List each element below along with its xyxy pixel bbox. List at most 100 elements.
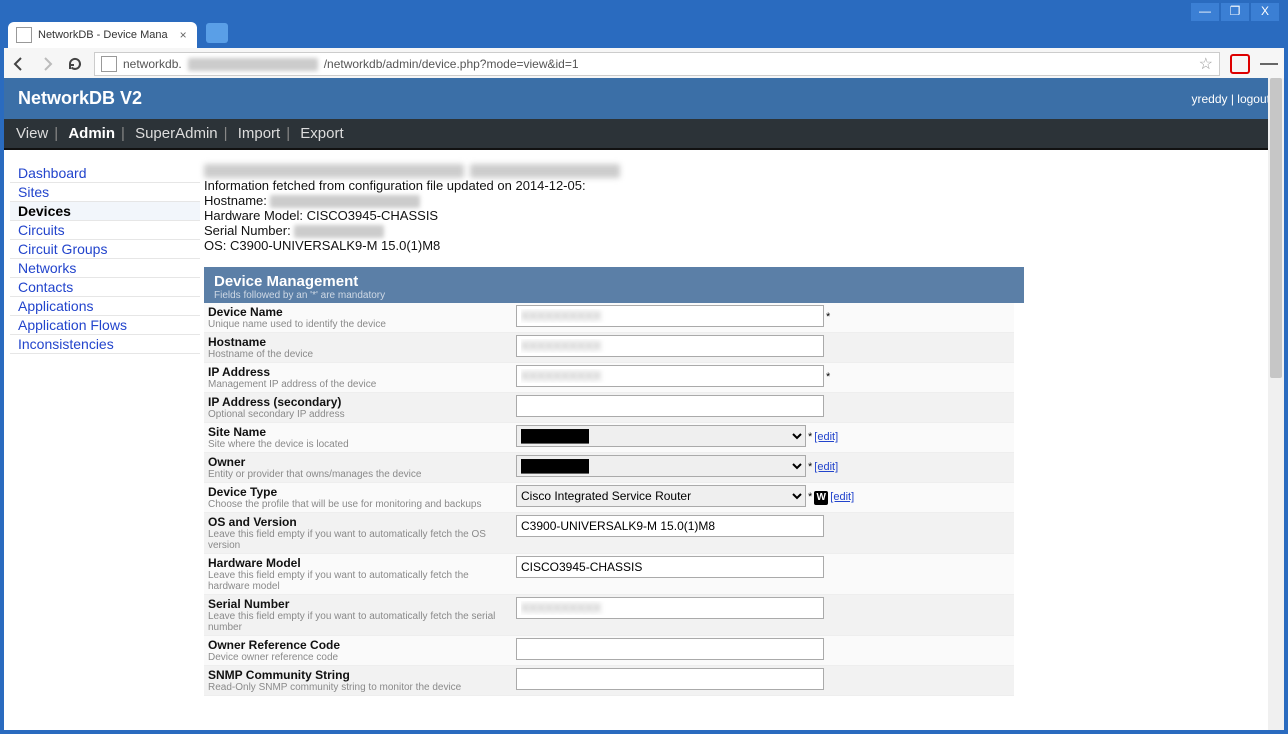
device-title-ip-blurred bbox=[470, 164, 620, 178]
forward-button[interactable] bbox=[38, 55, 56, 73]
form-row-hardware-model: Hardware ModelLeave this field empty if … bbox=[204, 554, 1014, 595]
app-title: NetworkDB V2 bbox=[18, 88, 142, 109]
extension-icon[interactable] bbox=[1230, 54, 1250, 74]
sidebar-item-circuit-groups[interactable]: Circuit Groups bbox=[10, 240, 200, 259]
form-row-os-version: OS and VersionLeave this field empty if … bbox=[204, 513, 1014, 554]
required-mark: * bbox=[808, 491, 812, 503]
main-nav: View| Admin| SuperAdmin| Import| Export bbox=[4, 119, 1284, 150]
field-hint: Entity or provider that owns/manages the… bbox=[208, 469, 508, 480]
field-label: SNMP Community String bbox=[208, 668, 508, 682]
hwmodel-value: CISCO3945-CHASSIS bbox=[307, 208, 439, 223]
scrollbar-thumb[interactable] bbox=[1270, 78, 1282, 378]
form-row-device-name: Device NameUnique name used to identify … bbox=[204, 303, 1014, 333]
required-mark: * bbox=[808, 431, 812, 443]
field-label: Hardware Model bbox=[208, 556, 508, 570]
os-label: OS: bbox=[204, 238, 230, 253]
edit-link[interactable]: [edit] bbox=[814, 461, 838, 473]
sidebar: DashboardSitesDevicesCircuitsCircuit Gro… bbox=[4, 164, 200, 354]
close-window-button[interactable]: X bbox=[1250, 2, 1280, 22]
field-label: Device Type bbox=[208, 485, 508, 499]
field-hint: Optional secondary IP address bbox=[208, 409, 508, 420]
hardware-model-input[interactable] bbox=[516, 556, 824, 578]
device-type-select[interactable]: Cisco Integrated Service Router bbox=[516, 485, 806, 507]
form-row-ip-secondary: IP Address (secondary)Optional secondary… bbox=[204, 393, 1014, 423]
form-row-snmp: SNMP Community StringRead-Only SNMP comm… bbox=[204, 666, 1014, 696]
field-hint: Device owner reference code bbox=[208, 652, 508, 663]
hostname-input[interactable] bbox=[516, 335, 824, 357]
form-row-owner: OwnerEntity or provider that owns/manage… bbox=[204, 453, 1014, 483]
new-tab-button[interactable] bbox=[206, 23, 228, 43]
sidebar-item-application-flows[interactable]: Application Flows bbox=[10, 316, 200, 335]
sidebar-item-sites[interactable]: Sites bbox=[10, 183, 200, 202]
field-label: Device Name bbox=[208, 305, 508, 319]
info-fetched-line: Information fetched from configuration f… bbox=[204, 178, 1272, 193]
sidebar-item-circuits[interactable]: Circuits bbox=[10, 221, 200, 240]
field-hint: Leave this field empty if you want to au… bbox=[208, 611, 508, 633]
field-hint: Unique name used to identify the device bbox=[208, 319, 508, 330]
bookmark-star-icon[interactable]: ☆ bbox=[1199, 54, 1213, 74]
logout-link[interactable]: logout bbox=[1237, 92, 1270, 106]
device-title bbox=[204, 164, 1272, 178]
owner-select[interactable]: ████████ bbox=[516, 455, 806, 477]
maximize-button[interactable]: ❐ bbox=[1220, 2, 1250, 22]
device-form: Device NameUnique name used to identify … bbox=[204, 303, 1014, 696]
ip-address-input[interactable] bbox=[516, 365, 824, 387]
form-row-ip-address: IP AddressManagement IP address of the d… bbox=[204, 363, 1014, 393]
hwmodel-label: Hardware Model: bbox=[204, 208, 307, 223]
address-bar[interactable]: networkdb. /networkdb/admin/device.php?m… bbox=[94, 52, 1220, 76]
required-mark: * bbox=[826, 311, 830, 323]
edit-link[interactable]: [edit] bbox=[814, 431, 838, 443]
form-row-serial-number: Serial NumberLeave this field empty if y… bbox=[204, 595, 1014, 636]
ip-secondary-input[interactable] bbox=[516, 395, 824, 417]
form-row-owner-ref: Owner Reference CodeDevice owner referen… bbox=[204, 636, 1014, 666]
field-label: IP Address (secondary) bbox=[208, 395, 508, 409]
sidebar-item-networks[interactable]: Networks bbox=[10, 259, 200, 278]
form-row-site-name: Site NameSite where the device is locate… bbox=[204, 423, 1014, 453]
serial-value-blurred bbox=[294, 225, 384, 238]
back-button[interactable] bbox=[10, 55, 28, 73]
site-name-select[interactable]: ████████ bbox=[516, 425, 806, 447]
vertical-scrollbar[interactable] bbox=[1268, 78, 1284, 730]
sidebar-item-applications[interactable]: Applications bbox=[10, 297, 200, 316]
wiki-icon[interactable]: W bbox=[814, 491, 828, 505]
reload-button[interactable] bbox=[66, 55, 84, 73]
field-hint: Site where the device is located bbox=[208, 439, 508, 450]
sidebar-item-contacts[interactable]: Contacts bbox=[10, 278, 200, 297]
edit-link[interactable]: [edit] bbox=[830, 491, 854, 503]
nav-view[interactable]: View bbox=[16, 125, 48, 142]
minimize-button[interactable]: — bbox=[1190, 2, 1220, 22]
sidebar-item-devices[interactable]: Devices bbox=[10, 202, 200, 221]
page-favicon bbox=[16, 27, 32, 43]
snmp-input[interactable] bbox=[516, 668, 824, 690]
url-prefix: networkdb. bbox=[123, 57, 182, 71]
os-version-input[interactable] bbox=[516, 515, 824, 537]
url-path: /networkdb/admin/device.php?mode=view&id… bbox=[324, 57, 579, 71]
field-label: Serial Number bbox=[208, 597, 508, 611]
field-hint: Leave this field empty if you want to au… bbox=[208, 529, 508, 551]
serial-number-input[interactable] bbox=[516, 597, 824, 619]
tab-close-icon[interactable]: × bbox=[180, 28, 187, 42]
form-row-device-type: Device TypeChoose the profile that will … bbox=[204, 483, 1014, 513]
required-mark: * bbox=[826, 371, 830, 383]
hostname-value-blurred bbox=[270, 195, 420, 208]
sidebar-item-inconsistencies[interactable]: Inconsistencies bbox=[10, 335, 200, 354]
panel-header: Device Management Fields followed by an … bbox=[204, 267, 1024, 303]
user-link[interactable]: yreddy bbox=[1191, 92, 1227, 106]
browser-menu-icon[interactable] bbox=[1260, 55, 1278, 73]
sidebar-item-dashboard[interactable]: Dashboard bbox=[10, 164, 200, 183]
device-title-blurred bbox=[204, 164, 464, 178]
nav-import[interactable]: Import bbox=[238, 125, 281, 142]
field-hint: Hostname of the device bbox=[208, 349, 508, 360]
nav-admin[interactable]: Admin bbox=[68, 125, 115, 142]
nav-superadmin[interactable]: SuperAdmin bbox=[135, 125, 218, 142]
browser-tab[interactable]: NetworkDB - Device Mana × bbox=[8, 22, 197, 48]
serial-label: Serial Number: bbox=[204, 223, 294, 238]
page-icon bbox=[101, 56, 117, 72]
device-name-input[interactable] bbox=[516, 305, 824, 327]
owner-ref-input[interactable] bbox=[516, 638, 824, 660]
field-label: IP Address bbox=[208, 365, 508, 379]
nav-export[interactable]: Export bbox=[300, 125, 343, 142]
required-mark: * bbox=[808, 461, 812, 473]
panel-subtitle: Fields followed by an '*' are mandatory bbox=[214, 290, 1014, 301]
field-hint: Choose the profile that will be use for … bbox=[208, 499, 508, 510]
